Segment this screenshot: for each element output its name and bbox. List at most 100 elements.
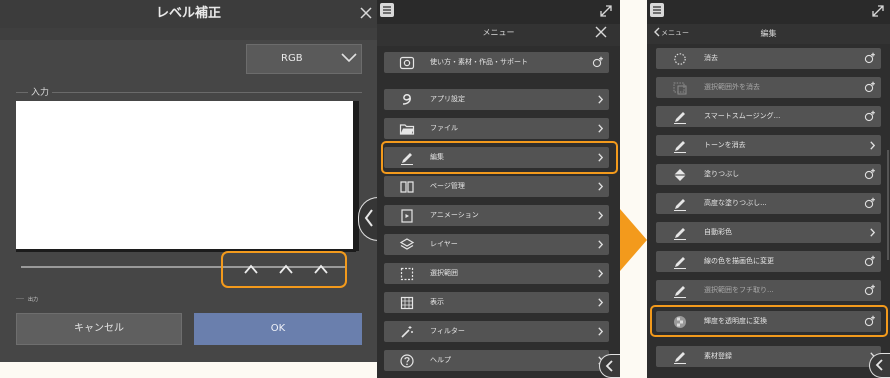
erase-outside-icon bbox=[672, 80, 688, 96]
menu-item[interactable]: アニメーション bbox=[384, 205, 609, 226]
menu-item-label: 使い方・素材・作品・サポート bbox=[430, 58, 528, 66]
menu-title: メニュー bbox=[482, 28, 515, 37]
highlight-callout bbox=[650, 305, 888, 337]
book-icon bbox=[399, 179, 415, 195]
selection-icon bbox=[399, 266, 415, 282]
chevron-right-icon bbox=[598, 269, 603, 278]
channel-select-value: RGB bbox=[281, 53, 303, 64]
menu-item-label: 自動彩色 bbox=[704, 228, 732, 236]
chevron-right-icon bbox=[598, 95, 603, 104]
menu-item-label: ファイル bbox=[430, 124, 458, 132]
menu-item[interactable]: トーンを消去 bbox=[656, 135, 881, 156]
add-to-quick-access-icon[interactable] bbox=[864, 197, 876, 209]
close-icon[interactable] bbox=[595, 26, 607, 38]
menu-item[interactable]: ファイル bbox=[384, 118, 609, 139]
expand-icon[interactable] bbox=[599, 4, 613, 18]
grid-icon bbox=[399, 295, 415, 311]
add-to-quick-access-icon[interactable] bbox=[864, 168, 876, 180]
panel-toolbar bbox=[377, 0, 620, 24]
pen-icon bbox=[672, 196, 688, 212]
pen-icon bbox=[672, 283, 688, 299]
chevron-right-icon bbox=[598, 211, 603, 220]
menu-item-label: ヘルプ bbox=[430, 356, 451, 364]
hamburger-menu-icon[interactable] bbox=[650, 3, 664, 17]
menu-item[interactable]: 選択範囲をフチ取り... bbox=[656, 280, 881, 301]
input-label: 入力 bbox=[28, 85, 53, 98]
dialog-title: レベル補正 bbox=[0, 0, 377, 28]
title-band bbox=[0, 28, 377, 40]
add-to-quick-access-icon[interactable] bbox=[864, 255, 876, 267]
pen-icon bbox=[672, 109, 688, 125]
menu-item[interactable]: レイヤー bbox=[384, 234, 609, 255]
menu-item[interactable]: 素材登録 bbox=[656, 346, 881, 367]
cancel-button[interactable]: キャンセル bbox=[16, 313, 182, 345]
menu-item[interactable]: スマートスムージング... bbox=[656, 106, 881, 127]
menu-item[interactable]: ページ管理 bbox=[384, 176, 609, 197]
erase-icon bbox=[672, 51, 688, 67]
menu-item[interactable]: 使い方・素材・作品・サポート bbox=[384, 52, 609, 73]
menu-item-label: 選択範囲をフチ取り... bbox=[704, 286, 774, 294]
panel-collapse-handle[interactable] bbox=[358, 197, 378, 241]
menu-item[interactable]: 高度な塗りつぶし... bbox=[656, 193, 881, 214]
scrollbar[interactable] bbox=[887, 150, 889, 260]
add-to-quick-access-icon[interactable] bbox=[864, 52, 876, 64]
menu-item[interactable]: アプリ設定 bbox=[384, 89, 609, 110]
chevron-right-icon bbox=[598, 182, 603, 191]
histogram-area bbox=[16, 101, 359, 249]
divider bbox=[16, 298, 24, 299]
chevron-down-icon bbox=[341, 53, 357, 63]
menu-item-label: 消去 bbox=[704, 54, 718, 62]
menu-item-label: フィルター bbox=[430, 327, 465, 335]
menu-item-label: 選択範囲外を消去 bbox=[704, 83, 760, 91]
close-icon[interactable] bbox=[355, 2, 377, 24]
chevron-right-icon bbox=[598, 327, 603, 336]
menu-panel: メニュー 使い方・素材・作品・サポート アプリ設定 ファイル 編集 ページ管理 アニメーシ… bbox=[377, 0, 620, 378]
menu-item[interactable]: 線の色を描画色に変更 bbox=[656, 251, 881, 272]
hamburger-menu-icon[interactable] bbox=[380, 3, 394, 17]
folder-icon bbox=[399, 121, 415, 137]
panel-collapse-handle[interactable] bbox=[599, 354, 620, 378]
expand-icon[interactable] bbox=[871, 4, 885, 18]
add-to-quick-access-icon[interactable] bbox=[864, 284, 876, 296]
menu-item[interactable]: 塗りつぶし bbox=[656, 164, 881, 185]
menu-item-label: アプリ設定 bbox=[430, 95, 465, 103]
panel-collapse-handle[interactable] bbox=[869, 353, 890, 378]
chevron-right-icon bbox=[870, 141, 875, 150]
menu-item[interactable]: 選択範囲 bbox=[384, 263, 609, 284]
chevron-right-icon bbox=[598, 240, 603, 249]
highlight-callout bbox=[221, 251, 347, 288]
chevron-right-icon bbox=[870, 228, 875, 237]
menu-item-label: 塗りつぶし bbox=[704, 170, 740, 178]
panel-toolbar bbox=[647, 0, 890, 24]
add-to-quick-access-icon[interactable] bbox=[864, 110, 876, 122]
add-to-quick-access-icon[interactable] bbox=[864, 81, 876, 93]
ok-button[interactable]: OK bbox=[194, 313, 362, 345]
menu-item[interactable]: 自動彩色 bbox=[656, 222, 881, 243]
help-support-icon bbox=[399, 55, 415, 71]
divider bbox=[16, 92, 362, 93]
pen-icon bbox=[672, 254, 688, 270]
menu-item[interactable]: 表示 bbox=[384, 292, 609, 313]
step-arrow-icon bbox=[620, 209, 647, 271]
magic-wand-icon bbox=[399, 324, 415, 340]
menu-item-label: 表示 bbox=[430, 298, 444, 306]
menu-item-label: レイヤー bbox=[430, 240, 458, 248]
menu-item-label: ページ管理 bbox=[430, 182, 465, 190]
channel-select[interactable]: RGB bbox=[246, 44, 362, 74]
edit-title: 編集 bbox=[760, 29, 777, 38]
level-correction-dialog: レベル補正 RGB 入力 出力 キャンセル OK bbox=[0, 0, 377, 362]
fill-bucket-icon bbox=[672, 167, 688, 183]
menu-item-label: 高度な塗りつぶし... bbox=[704, 199, 767, 207]
app-settings-icon bbox=[399, 92, 415, 108]
menu-item-label: アニメーション bbox=[430, 211, 479, 219]
add-to-quick-access-icon[interactable] bbox=[592, 56, 604, 68]
menu-item[interactable]: 選択範囲外を消去 bbox=[656, 77, 881, 98]
menu-item-label: スマートスムージング... bbox=[704, 112, 781, 120]
film-icon bbox=[399, 208, 415, 224]
menu-item[interactable]: フィルター bbox=[384, 321, 609, 342]
menu-item-label: 選択範囲 bbox=[430, 269, 458, 277]
pen-icon bbox=[672, 349, 688, 365]
menu-item[interactable]: 消去 bbox=[656, 48, 881, 69]
highlight-callout bbox=[381, 141, 618, 174]
menu-item[interactable]: ヘルプ bbox=[384, 350, 609, 371]
